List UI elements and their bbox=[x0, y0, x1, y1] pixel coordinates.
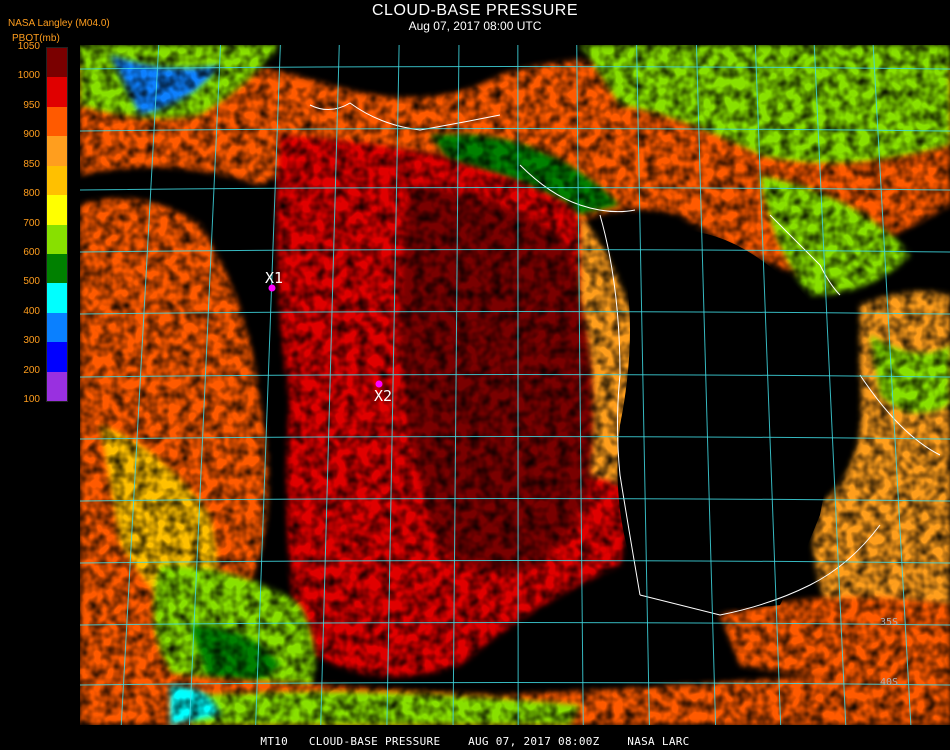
marker-x1-label: X1 bbox=[265, 269, 283, 287]
legend-tick-label: 500 bbox=[23, 276, 40, 288]
legend-tick-label: 200 bbox=[23, 364, 40, 376]
color-legend: 1050 1000 950 900 850 800 700 600 500 400 300 200 10… bbox=[0, 42, 80, 407]
map-canvas: X1 X2 35S 40S bbox=[80, 45, 950, 725]
legend-tick-label: 1050 bbox=[17, 41, 40, 52]
legend-swatch bbox=[47, 48, 67, 78]
footer-caption: MT10 CLOUD-BASE PRESSURE AUG 07, 2017 08… bbox=[260, 735, 690, 748]
legend-tick-label: 400 bbox=[23, 305, 40, 317]
legend-swatch bbox=[47, 312, 67, 343]
legend-swatch bbox=[47, 283, 67, 314]
map-timestamp: Aug 07, 2017 08:00 UTC bbox=[408, 19, 542, 33]
lat-label-35s: 35S bbox=[880, 617, 898, 628]
legend-swatch bbox=[47, 136, 67, 167]
legend-swatch bbox=[47, 165, 67, 196]
producer-label: NASA Langley (M04.0) bbox=[8, 18, 110, 29]
legend-tick-label: 600 bbox=[23, 246, 40, 258]
lat-label-40s: 40S bbox=[880, 677, 898, 688]
legend-tick-label: 950 bbox=[23, 99, 40, 111]
marker-x2-label: X2 bbox=[374, 387, 392, 405]
legend-tick-label: 850 bbox=[23, 158, 40, 170]
legend-tick-label: 900 bbox=[23, 129, 40, 141]
legend-tick-label: 100 bbox=[23, 394, 40, 405]
legend-swatch bbox=[47, 224, 67, 255]
legend-swatch bbox=[47, 342, 67, 373]
legend-swatch bbox=[47, 106, 67, 137]
satellite-map[interactable]: X1 X2 35S 40S bbox=[80, 45, 950, 725]
legend-color-bar bbox=[46, 47, 68, 402]
legend-swatch bbox=[47, 195, 67, 225]
legend-tick-label: 1000 bbox=[17, 70, 40, 82]
map-title: CLOUD-BASE PRESSURE bbox=[372, 2, 578, 19]
legend-swatch bbox=[47, 371, 67, 402]
legend-swatch bbox=[47, 77, 67, 108]
legend-tick-label: 700 bbox=[23, 217, 40, 229]
legend-swatch bbox=[47, 253, 67, 284]
legend-tick-label: 800 bbox=[23, 188, 40, 200]
legend-tick-label: 300 bbox=[23, 335, 40, 347]
